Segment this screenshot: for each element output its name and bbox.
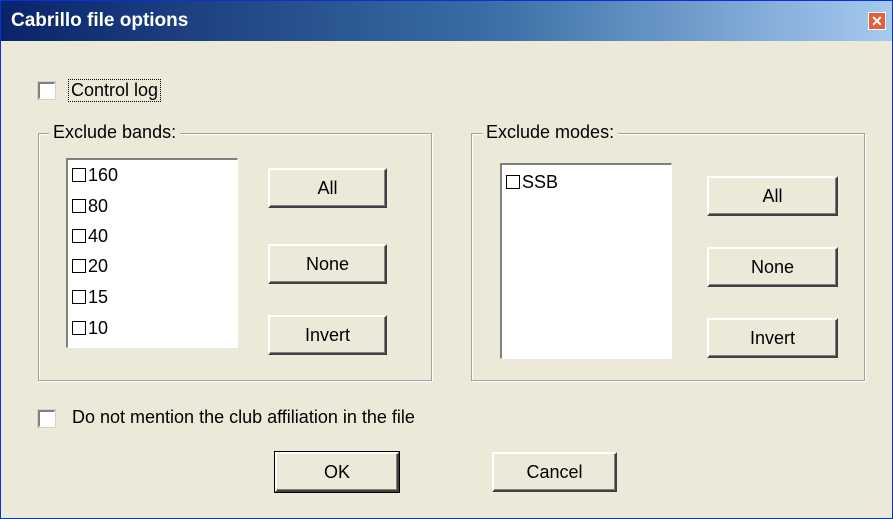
list-item-band-80[interactable]: 80 (72, 195, 108, 217)
title-bar[interactable]: Cabrillo file options ✕ (1, 1, 892, 41)
list-item-band-160[interactable]: 160 (72, 164, 118, 186)
list-item-band-20[interactable]: 20 (72, 255, 108, 277)
control-log-label[interactable]: Control log (68, 79, 162, 102)
checkbox-icon[interactable] (72, 259, 86, 273)
club-affiliation-label[interactable]: Do not mention the club affiliation in t… (72, 407, 415, 428)
exclude-bands-group: Exclude bands: 160 80 40 20 15 10 All No… (38, 122, 432, 381)
modes-listbox[interactable]: SSB (500, 163, 672, 359)
control-log-checkbox[interactable] (37, 81, 56, 100)
checkbox-icon[interactable] (72, 168, 86, 182)
dialog-title: Cabrillo file options (11, 10, 189, 31)
modes-none-button[interactable]: None (707, 247, 838, 287)
checkbox-icon[interactable] (72, 229, 86, 243)
exclude-modes-group: Exclude modes: SSB All None Invert (471, 122, 865, 381)
bands-none-button[interactable]: None (268, 244, 387, 284)
list-item-band-15[interactable]: 15 (72, 286, 108, 308)
close-icon[interactable]: ✕ (868, 12, 886, 30)
checkbox-icon[interactable] (72, 321, 86, 335)
ok-button[interactable]: OK (274, 451, 400, 493)
cancel-button[interactable]: Cancel (492, 452, 617, 492)
exclude-modes-title: Exclude modes: (482, 122, 619, 143)
list-item-band-40[interactable]: 40 (72, 225, 108, 247)
modes-invert-button[interactable]: Invert (707, 318, 838, 358)
list-item-mode-ssb[interactable]: SSB (506, 171, 558, 193)
list-item-band-10[interactable]: 10 (72, 317, 108, 339)
cabrillo-options-dialog: Cabrillo file options ✕ Control log Excl… (0, 0, 893, 519)
exclude-bands-title: Exclude bands: (49, 122, 181, 143)
checkbox-icon[interactable] (72, 290, 86, 304)
club-affiliation-checkbox[interactable] (37, 409, 56, 428)
bands-all-button[interactable]: All (268, 168, 387, 208)
modes-all-button[interactable]: All (707, 176, 838, 216)
dialog-body: Control log Exclude bands: 160 80 40 20 … (1, 41, 892, 518)
checkbox-icon[interactable] (72, 199, 86, 213)
bands-listbox[interactable]: 160 80 40 20 15 10 (66, 158, 238, 348)
bands-invert-button[interactable]: Invert (268, 315, 387, 355)
checkbox-icon[interactable] (506, 175, 520, 189)
